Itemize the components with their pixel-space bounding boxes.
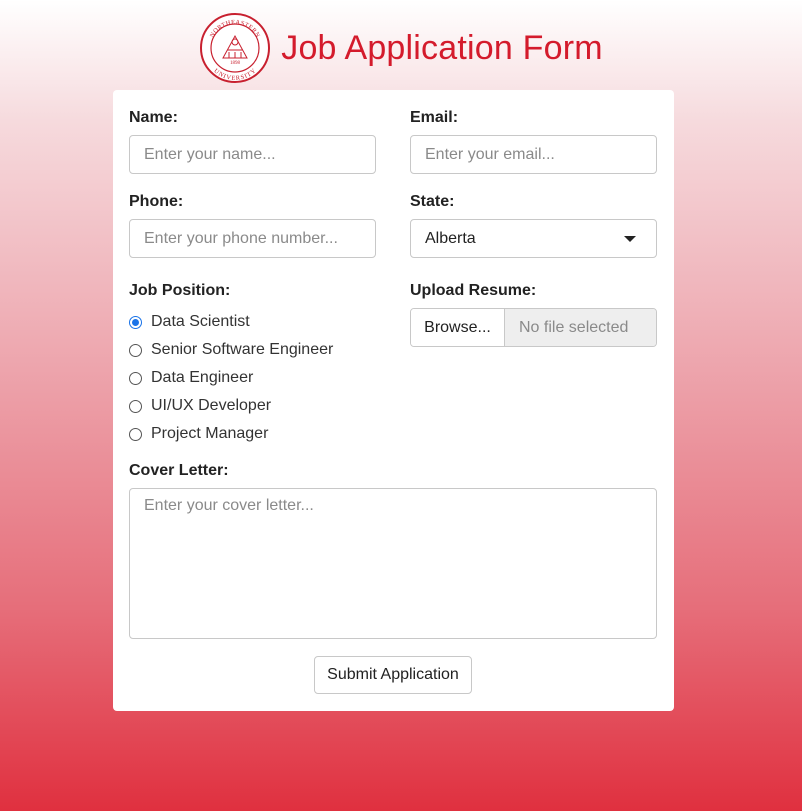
name-label: Name: — [129, 109, 178, 126]
job-position-label: Job Position: — [129, 282, 231, 299]
submit-application-button[interactable]: Submit Application — [314, 656, 472, 694]
job-option-ui-ux-developer[interactable]: UI/UX Developer — [129, 392, 333, 420]
cover-letter-textarea[interactable] — [129, 488, 657, 639]
state-label: State: — [410, 193, 455, 210]
email-label: Email: — [410, 109, 459, 126]
state-select[interactable]: Alberta — [410, 219, 657, 258]
radio-button[interactable] — [129, 315, 142, 329]
job-option-senior-software-engineer[interactable]: Senior Software Engineer — [129, 336, 333, 364]
radio-button[interactable] — [129, 371, 142, 385]
job-option-label: UI/UX Developer — [151, 397, 272, 414]
job-option-label: Data Engineer — [151, 369, 254, 386]
seal-year: 1898 — [230, 61, 241, 66]
application-form: Name: Email: Phone: State: Alberta Job P… — [113, 90, 674, 711]
email-input[interactable] — [410, 135, 657, 174]
cover-letter-label: Cover Letter: — [129, 462, 229, 479]
job-option-data-scientist[interactable]: Data Scientist — [129, 308, 333, 336]
radio-button[interactable] — [129, 427, 142, 441]
job-option-project-manager[interactable]: Project Manager — [129, 420, 333, 448]
university-seal-icon: NORTHEASTERN UNIVERSITY 1898 — [200, 13, 271, 83]
phone-label: Phone: — [129, 193, 184, 210]
resume-file-input[interactable]: Browse... No file selected — [410, 308, 657, 347]
name-input[interactable] — [129, 135, 376, 174]
radio-button[interactable] — [129, 343, 142, 357]
job-option-label: Senior Software Engineer — [151, 341, 334, 358]
caret-down-icon — [624, 235, 636, 242]
page-title: Job Application Form — [281, 28, 603, 67]
state-selected-value: Alberta — [425, 229, 476, 247]
page-header: NORTHEASTERN UNIVERSITY 1898 Job Applica… — [0, 12, 802, 84]
browse-button[interactable]: Browse... — [411, 309, 505, 346]
job-option-label: Data Scientist — [151, 313, 250, 330]
job-option-label: Project Manager — [151, 425, 269, 442]
radio-button[interactable] — [129, 399, 142, 413]
job-position-radio-group: Data Scientist Senior Software Engineer … — [129, 308, 333, 448]
file-status-text: No file selected — [505, 309, 656, 346]
phone-input[interactable] — [129, 219, 376, 258]
job-option-data-engineer[interactable]: Data Engineer — [129, 364, 333, 392]
upload-resume-label: Upload Resume: — [410, 282, 537, 299]
